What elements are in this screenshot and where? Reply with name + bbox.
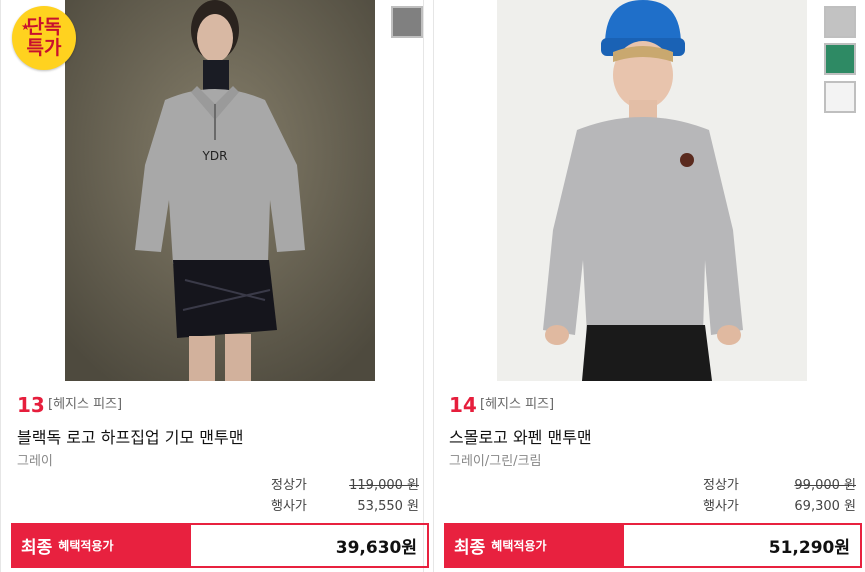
color-swatch-cream[interactable]	[824, 81, 856, 113]
sale-price: 53,550 원	[357, 499, 419, 514]
brand-label[interactable]: [헤지스 피즈]	[48, 393, 122, 412]
final-label: 최종	[454, 538, 486, 558]
color-options: 그레이	[17, 454, 53, 469]
sale-price-label: 행사가	[703, 499, 739, 514]
product-image[interactable]: YDR	[65, 0, 375, 381]
final-price-label: 최종 혜택적용가	[446, 525, 624, 566]
final-sub-label: 혜택적용가	[491, 539, 547, 553]
regular-price: 99,000 원	[794, 478, 856, 493]
exclusive-deal-badge: ★ 단독 특가	[12, 6, 76, 70]
final-price-box: 최종 혜택적용가 39,630원	[11, 523, 429, 568]
product-card[interactable]: YDR ★ 단독 특가 13 [헤지스 피즈] 블랙독 로고 하프집업 기모 맨…	[0, 0, 429, 572]
color-options: 그레이/그린/크림	[449, 454, 542, 469]
product-card[interactable]: 14 [헤지스 피즈] 스몰로고 와펜 맨투맨 그레이/그린/크림 정상가 99…	[433, 0, 865, 572]
rank-number: 13	[17, 393, 45, 417]
regular-price: 119,000 원	[349, 478, 419, 493]
final-label: 최종	[21, 538, 53, 558]
regular-price-label: 정상가	[271, 478, 307, 493]
final-sub-label: 혜택적용가	[58, 539, 114, 553]
sale-price: 69,300 원	[794, 499, 856, 514]
regular-price-label: 정상가	[703, 478, 739, 493]
badge-line-2: 특가	[26, 37, 62, 59]
color-swatch-gray[interactable]	[824, 6, 856, 38]
product-name[interactable]: 스몰로고 와펜 맨투맨	[449, 424, 592, 448]
rank-number: 14	[449, 393, 477, 417]
final-price: 51,290원	[768, 538, 850, 558]
final-price-label: 최종 혜택적용가	[13, 525, 191, 566]
final-price: 39,630원	[335, 538, 417, 558]
product-image[interactable]	[497, 0, 807, 381]
final-price-box: 최종 혜택적용가 51,290원	[444, 523, 862, 568]
product-name[interactable]: 블랙독 로고 하프집업 기모 맨투맨	[17, 424, 243, 448]
color-swatch-green[interactable]	[824, 43, 856, 75]
brand-label[interactable]: [헤지스 피즈]	[480, 393, 554, 412]
star-icon: ★	[21, 22, 30, 33]
badge-line-1: 단독	[26, 16, 62, 38]
sale-price-label: 행사가	[271, 499, 307, 514]
svg-text:YDR: YDR	[202, 149, 228, 163]
color-swatch-gray[interactable]	[391, 6, 423, 38]
